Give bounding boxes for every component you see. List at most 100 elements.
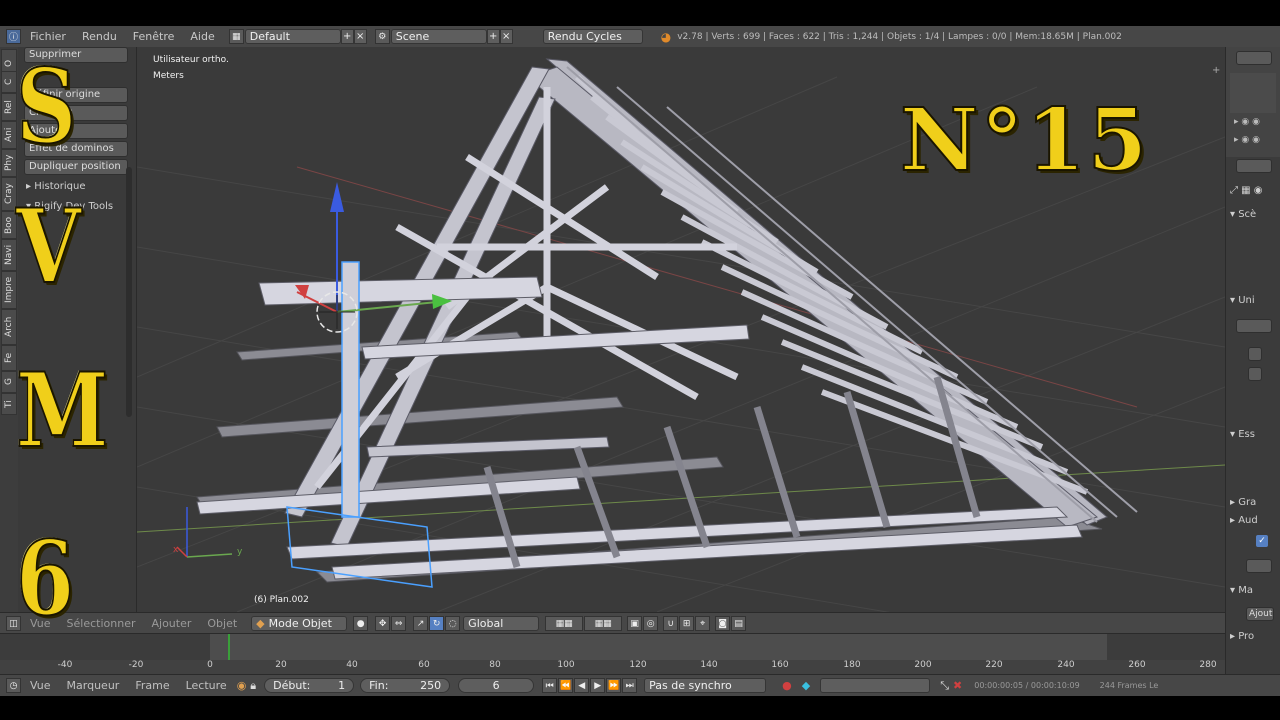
- layout-close-button[interactable]: ×: [353, 29, 367, 44]
- add-slot-button[interactable]: Ajout: [1246, 607, 1274, 621]
- manipulator-icon[interactable]: ⇔: [391, 616, 407, 631]
- snap-magnet-icon[interactable]: ∪: [663, 616, 679, 631]
- layout-select[interactable]: Default: [244, 29, 341, 44]
- section-gravity[interactable]: ▾ Ess: [1230, 429, 1280, 440]
- jump-end-icon[interactable]: ⏭: [622, 678, 638, 693]
- section-pro-label: Pro: [1238, 631, 1255, 642]
- units-scale-field[interactable]: [1248, 347, 1262, 361]
- section-scene[interactable]: ▾ Scè: [1230, 209, 1280, 220]
- menu-marqueur[interactable]: Marqueur: [59, 679, 128, 692]
- section-graph[interactable]: ▸ Gra: [1230, 497, 1280, 508]
- opengl-render-icon[interactable]: ▤: [731, 616, 747, 631]
- sync-mode-select[interactable]: Pas de synchro: [644, 678, 767, 693]
- menu-aide[interactable]: Aide: [182, 30, 222, 43]
- menu-ajouter[interactable]: Ajouter: [144, 617, 200, 630]
- menu-vue-timeline[interactable]: Vue: [22, 679, 59, 692]
- start-frame-label: Début:: [273, 679, 311, 692]
- next-keyframe-icon[interactable]: ⏩: [606, 678, 622, 693]
- properties-panel[interactable]: ⤢ ▦ ◉ ▾ Scè ▾ Uni ▾ Ess ▸ Gra ▸ Aud ✓ ▾ …: [1225, 157, 1280, 695]
- tab-g[interactable]: G: [1, 371, 17, 393]
- section-pro[interactable]: ▸ Pro: [1230, 631, 1280, 642]
- prev-keyframe-icon[interactable]: ⏪: [558, 678, 574, 693]
- snap-element-icon[interactable]: ⊞: [679, 616, 695, 631]
- start-frame-field[interactable]: Début: 1: [264, 678, 355, 693]
- viewport-plus-icon[interactable]: +: [1212, 65, 1220, 76]
- outliner-icons[interactable]: ▸ ◉ ◉: [1234, 117, 1260, 127]
- render-engine-select[interactable]: Rendu Cycles: [542, 29, 643, 44]
- selected-post[interactable]: [341, 261, 360, 518]
- layout-grid-icon[interactable]: ▦: [228, 29, 244, 44]
- menu-fichier[interactable]: Fichier: [22, 30, 74, 43]
- pivot-point-icon[interactable]: ✥: [375, 616, 391, 631]
- overlay-letter-v: V: [15, 187, 82, 307]
- tab-fe[interactable]: Fe: [1, 345, 17, 371]
- timeline-ruler[interactable]: -40 -20 0 20 40 60 80 100 120 140 160 18…: [0, 660, 1225, 675]
- outliner-area[interactable]: ▸ ◉ ◉ ▸ ◉ ◉: [1225, 47, 1280, 157]
- section-ma[interactable]: ▾ Ma: [1230, 585, 1280, 596]
- menu-lecture[interactable]: Lecture: [178, 679, 235, 692]
- menu-rendu[interactable]: Rendu: [74, 30, 125, 43]
- tab-create[interactable]: C: [1, 71, 17, 93]
- render-camera-icon[interactable]: ◙: [715, 616, 731, 631]
- translate-manipulator-icon[interactable]: ↗: [413, 616, 429, 631]
- snap-target-icon[interactable]: ⌖: [695, 616, 711, 631]
- keying-set-select[interactable]: [820, 678, 931, 693]
- keying-icon[interactable]: ◉: [237, 679, 247, 692]
- scene-close-button[interactable]: ×: [499, 29, 513, 44]
- play-reverse-icon[interactable]: ◀: [574, 678, 590, 693]
- scene-select[interactable]: Scene: [390, 29, 487, 44]
- tab-animation[interactable]: Ani: [1, 121, 17, 149]
- tick-label: 140: [700, 660, 718, 670]
- shading-solid-icon[interactable]: ●: [353, 616, 369, 631]
- tab-boolean[interactable]: Boo: [1, 211, 17, 239]
- properties-header[interactable]: [1236, 159, 1272, 173]
- delete-keyframe-icon[interactable]: ✖: [953, 679, 962, 692]
- lock-icon[interactable]: 🔒︎: [250, 679, 256, 693]
- section-audio[interactable]: ▸ Aud: [1230, 515, 1280, 526]
- tab-crayon[interactable]: Cray: [1, 177, 17, 211]
- menu-objet[interactable]: Objet: [199, 617, 245, 630]
- proportional-edit-icon[interactable]: ◎: [643, 616, 659, 631]
- keying-set-icon[interactable]: ◆: [802, 679, 810, 692]
- editor-type-icon[interactable]: ⓘ: [6, 29, 21, 44]
- current-frame-field[interactable]: 6: [458, 678, 535, 693]
- shelf-scrollbar[interactable]: [126, 167, 132, 417]
- insert-keyframe-icon[interactable]: ⤡: [940, 679, 949, 693]
- end-frame-field[interactable]: Fin: 250: [360, 678, 451, 693]
- layout-add-button[interactable]: +: [340, 29, 354, 44]
- scale-manipulator-icon[interactable]: ◌: [445, 616, 461, 631]
- timeline[interactable]: -40 -20 0 20 40 60 80 100 120 140 160 18…: [0, 633, 1225, 675]
- checkbox-checked-icon[interactable]: ✓: [1256, 535, 1268, 547]
- units-preset-button[interactable]: [1236, 319, 1272, 333]
- tab-impression[interactable]: Impre: [1, 271, 17, 309]
- scene-add-button[interactable]: +: [486, 29, 500, 44]
- layer-lock-icon[interactable]: ▣: [627, 616, 643, 631]
- layers-grid-2-icon[interactable]: ▦▦: [584, 616, 623, 631]
- outliner-icons-2[interactable]: ▸ ◉ ◉: [1234, 135, 1260, 145]
- menu-fenetre[interactable]: Fenêtre: [125, 30, 183, 43]
- tab-ti[interactable]: Ti: [1, 393, 17, 415]
- mode-select[interactable]: ◆ Mode Objet: [251, 616, 348, 631]
- info-header: ⓘ Fichier Rendu Fenêtre Aide ▦ Default +…: [0, 26, 1280, 48]
- tab-archipack[interactable]: Arch: [1, 309, 17, 345]
- section-units[interactable]: ▾ Uni: [1230, 295, 1280, 306]
- orientation-select[interactable]: Global: [463, 616, 540, 631]
- rotate-manipulator-icon[interactable]: ↻: [429, 616, 445, 631]
- tab-relations[interactable]: Rel: [1, 93, 17, 121]
- scene-icon[interactable]: ⚙: [374, 29, 390, 44]
- tab-navigation[interactable]: Navi: [1, 239, 17, 271]
- play-icon[interactable]: ▶: [590, 678, 606, 693]
- toggle-button[interactable]: [1246, 559, 1272, 573]
- current-frame-indicator[interactable]: [228, 634, 230, 660]
- layers-grid-icon[interactable]: ▦▦: [545, 616, 584, 631]
- props-context-icons[interactable]: ⤢ ▦ ◉: [1230, 185, 1280, 196]
- outliner-header[interactable]: [1236, 51, 1272, 65]
- record-icon[interactable]: ●: [782, 679, 792, 692]
- end-frame-value: 250: [420, 679, 442, 692]
- timeline-editor-icon[interactable]: ◷: [6, 678, 21, 693]
- jump-start-icon[interactable]: ⏮: [542, 678, 558, 693]
- units-angle-field[interactable]: [1248, 367, 1262, 381]
- tab-physics[interactable]: Phy: [1, 149, 17, 177]
- menu-frame[interactable]: Frame: [127, 679, 177, 692]
- outliner-list[interactable]: [1230, 73, 1276, 113]
